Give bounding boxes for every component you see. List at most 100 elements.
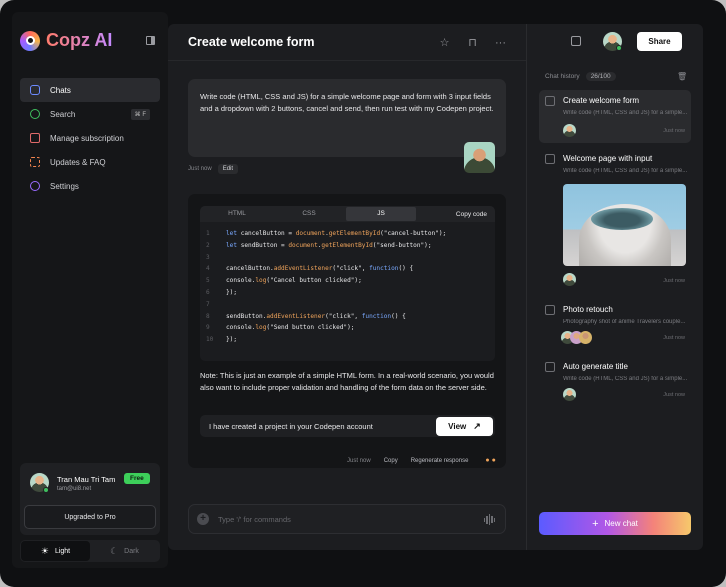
code-token: addEventListener <box>273 265 333 273</box>
code-token: let <box>226 230 241 237</box>
tab-html[interactable]: HTML <box>202 207 272 221</box>
view-label: View <box>448 422 467 431</box>
sidebar-item-label: Updates & FAQ <box>50 157 106 167</box>
new-chat-button[interactable]: + New chat <box>539 512 691 535</box>
avatar <box>464 142 495 173</box>
user-email: tam@ui8.net <box>57 486 92 492</box>
external-link-icon: ↗ <box>473 421 481 431</box>
share-button[interactable]: Share <box>637 32 682 51</box>
code-line: 6}); <box>206 287 495 299</box>
tab-css[interactable]: CSS <box>274 207 344 221</box>
code-line: 7 <box>206 299 495 311</box>
theme-dark-button[interactable]: ☾ Dark <box>90 541 159 561</box>
edit-button[interactable]: Edit <box>217 164 239 174</box>
line-number: 5 <box>206 277 210 285</box>
ai-response: HTML CSS JS Copy code 1 let cancelButton … <box>188 194 506 468</box>
header-divider <box>168 60 526 61</box>
history-title: Auto generate title <box>563 362 628 371</box>
checkbox[interactable] <box>545 96 555 106</box>
sidebar-item-settings[interactable]: Settings <box>20 174 160 198</box>
shortcut-badge: ⌘ F <box>130 108 150 120</box>
checkbox[interactable] <box>545 154 555 164</box>
prompt-time: Just now <box>188 166 212 172</box>
code-token: ("click", <box>332 265 370 273</box>
history-title: Welcome page with input <box>563 154 653 163</box>
preview-image[interactable] <box>563 184 686 266</box>
history-panel: Share Chat history 26/100 🗑 Create welco… <box>526 24 703 550</box>
code-line: 3 <box>206 252 495 264</box>
copy-code-button[interactable]: Copy code <box>456 211 487 218</box>
new-chat-label: New chat <box>604 519 638 528</box>
history-item[interactable]: Welcome page with input Write code (HTML… <box>539 148 691 294</box>
code-line: 2 let sendButton = document. getElementByI… <box>206 240 495 252</box>
history-item[interactable]: Photo retouch Photography shot of anime … <box>539 299 691 351</box>
answer-time: Just now <box>347 457 371 464</box>
code-token: function <box>369 265 399 273</box>
history-title: Photo retouch <box>563 305 613 314</box>
chat-title: Create welcome form <box>188 35 315 49</box>
code-line: 5 console. log ("Cancel button clicked"); <box>206 275 495 287</box>
app-logo[interactable]: Copz AI <box>20 30 112 51</box>
project-text: I have created a project in your Codepen… <box>209 421 373 431</box>
sidebar-item-search[interactable]: Search ⌘ F <box>20 102 160 126</box>
sidebar-item-updates[interactable]: Updates & FAQ <box>20 150 160 174</box>
history-item[interactable]: Auto generate title Write code (HTML, CS… <box>539 356 691 404</box>
history-time: Just now <box>663 278 685 284</box>
trash-icon[interactable]: 🗑 <box>677 72 687 81</box>
sidebar-item-chats[interactable]: Chats <box>20 78 160 102</box>
code-token: console. <box>226 324 256 332</box>
history-label: Chat history <box>545 73 580 80</box>
line-number: 2 <box>206 241 210 249</box>
code-token: log <box>255 277 267 285</box>
voice-icon[interactable] <box>483 514 495 525</box>
history-subtitle: Write code (HTML, CSS and JS) for a simp… <box>563 376 688 382</box>
more-icon[interactable]: ··· <box>495 37 506 49</box>
prompt-meta: Just now Edit <box>188 164 239 174</box>
user-name: Tran Mau Tri Tam <box>57 475 116 484</box>
history-subtitle: Write code (HTML, CSS and JS) for a simp… <box>563 168 688 174</box>
search-icon <box>30 109 40 119</box>
reaction-icons[interactable]: ● ● <box>485 457 495 464</box>
online-status-icon <box>616 45 622 51</box>
code-line: 4 cancelButton. addEventListener ("click", … <box>206 263 495 275</box>
chat-icon <box>30 85 40 95</box>
code-token: }); <box>226 336 238 344</box>
new-window-icon[interactable] <box>571 36 581 46</box>
upgrade-button[interactable]: Upgraded to Pro <box>24 505 156 529</box>
history-subtitle: Photography shot of anime Travelers coup… <box>563 319 686 325</box>
history-time: Just now <box>663 335 685 341</box>
code-token: () { <box>391 312 406 320</box>
code-token: sendButton. <box>226 312 267 320</box>
chat-panel: Create welcome form ☆ ⊓ ··· Write code (… <box>168 24 526 550</box>
sidebar-item-label: Settings <box>50 181 79 191</box>
regenerate-button[interactable]: Regenerate response <box>411 458 469 464</box>
view-button[interactable]: View ↗ <box>436 417 493 436</box>
copy-button[interactable]: Copy <box>384 458 398 464</box>
sidebar-toggle-icon[interactable] <box>146 36 155 45</box>
history-count: 26/100 <box>585 72 616 81</box>
history-time: Just now <box>663 128 685 134</box>
theme-light-button[interactable]: ☀ Light <box>21 541 90 561</box>
code-line: 10}); <box>206 334 495 346</box>
tab-js[interactable]: JS <box>346 207 416 221</box>
line-number: 9 <box>206 324 210 332</box>
add-icon[interactable]: + <box>197 513 209 525</box>
checkbox[interactable] <box>545 305 555 315</box>
project-card: I have created a project in your Codepen… <box>200 415 495 437</box>
checkbox[interactable] <box>545 362 555 372</box>
message-input[interactable]: + Type '/' for commands <box>188 504 506 534</box>
code-token: function <box>361 312 392 320</box>
code-block: HTML CSS JS Copy code 1 let cancelButton … <box>200 206 495 361</box>
star-icon[interactable]: ☆ <box>439 36 450 49</box>
line-number: 10 <box>206 336 214 344</box>
sun-icon: ☀ <box>40 545 49 556</box>
history-subtitle: Write code (HTML, CSS and JS) for a simp… <box>563 110 688 116</box>
theme-light-label: Light <box>54 547 71 555</box>
code-token: cancelButton = <box>240 230 296 237</box>
sidebar-nav: Chats Search ⌘ F Manage subscription Upd… <box>20 78 160 198</box>
code-token: console. <box>226 277 256 285</box>
history-item[interactable]: Create welcome form Write code (HTML, CS… <box>539 90 691 143</box>
bookmark-icon[interactable]: ⊓ <box>467 36 478 49</box>
gear-icon <box>30 181 40 191</box>
sidebar-item-subscription[interactable]: Manage subscription <box>20 126 160 150</box>
